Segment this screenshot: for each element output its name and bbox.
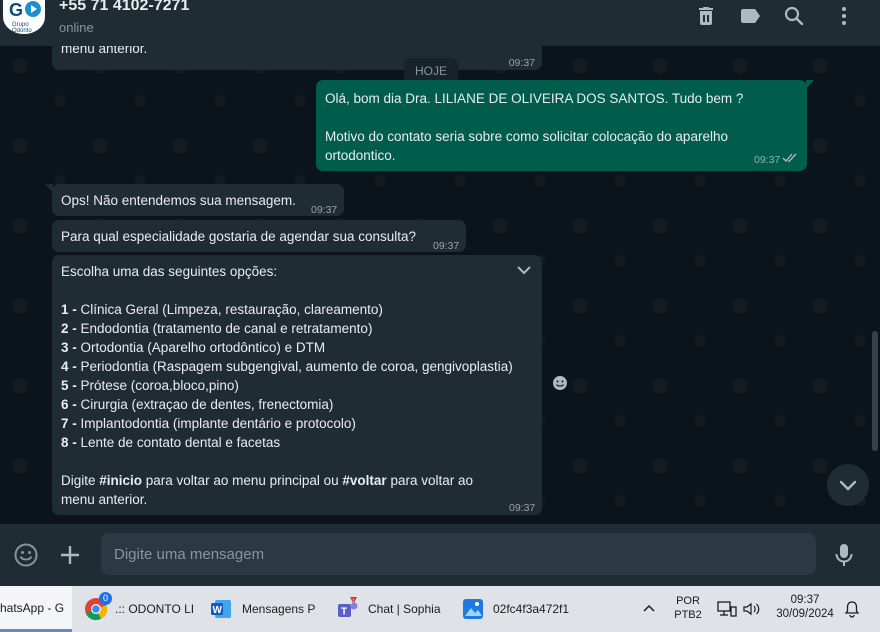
message-line-2: Motivo do contato seria sobre como solic…	[325, 129, 728, 144]
message-time: 09:37	[508, 57, 535, 69]
keyboard-layout: PTB2	[674, 609, 702, 621]
chat-scrollbar[interactable]	[872, 331, 878, 451]
menu-options: 1 - Clínica Geral (Limpeza, restauração,…	[61, 300, 513, 452]
microphone-icon[interactable]	[830, 541, 858, 569]
incoming-message[interactable]: Ops! Não entendemos sua mensagem. 09:37	[45, 184, 344, 216]
scroll-down-button[interactable]	[827, 464, 869, 506]
taskbar-app-word[interactable]: W Mensagens P	[209, 586, 319, 632]
svg-text:W: W	[213, 605, 223, 616]
menu-footer-line-1: Digite #inicio para voltar ao menu princ…	[61, 473, 473, 488]
smiley-icon	[553, 376, 567, 390]
taskbar-app-chrome[interactable]: 0 .:: ODONTO LI	[83, 586, 198, 632]
outgoing-message[interactable]: Olá, bom dia Dra. LILIANE DE OLIVEIRA DO…	[316, 80, 814, 171]
menu-option: 5 - Prótese (coroa,bloco,pino)	[61, 378, 239, 393]
photos-icon	[463, 599, 483, 619]
message-line-3: ortodontico.	[325, 148, 396, 163]
word-icon: W	[211, 600, 231, 618]
message-time: 09:37	[509, 502, 536, 514]
message-time: 09:37	[754, 154, 781, 166]
incoming-menu-message[interactable]: Escolha uma das seguintes opções: 1 - Cl…	[52, 255, 542, 515]
menu-option: 1 - Clínica Geral (Limpeza, restauração,…	[61, 302, 383, 317]
notification-badge: 0	[99, 592, 112, 605]
label-icon[interactable]	[738, 4, 762, 28]
delete-icon[interactable]	[694, 4, 718, 28]
menu-dots-icon[interactable]	[832, 4, 856, 28]
menu-option: 6 - Cirurgia (extraçao de dentes, frenec…	[61, 397, 334, 412]
message-time: 09:37	[433, 240, 460, 252]
menu-option: 2 - Endodontia (tratamento de canal e re…	[61, 321, 373, 336]
message-text: menu anterior.	[61, 46, 148, 56]
avatar-letter: G	[9, 0, 23, 20]
taskbar-app-label: 02fc4f3a472f1	[493, 602, 570, 616]
menu-option: 3 - Ortodontia (Aparelho ortodôntico) e …	[61, 340, 326, 355]
chevron-up-icon[interactable]	[642, 602, 656, 616]
taskbar-app-label: Mensagens P	[242, 602, 316, 616]
bubble-tail	[45, 184, 53, 193]
volume-icon[interactable]	[741, 599, 761, 619]
menu-option: 4 - Periodontia (Raspagem subgengival, a…	[61, 359, 513, 374]
language-code: POR	[676, 595, 700, 607]
svg-text:T: T	[341, 607, 347, 618]
incoming-message[interactable]: Para qual especialidade gostaria de agen…	[52, 220, 466, 252]
avatar-subtitle: Grupo Odonto	[12, 22, 32, 34]
taskbar-app-label: hatsApp - G	[0, 600, 65, 615]
message-input[interactable]	[101, 533, 816, 575]
chevron-down-icon	[839, 480, 857, 491]
message-list[interactable]: menu anterior. 09:37 HOJE Olá, bom dia D…	[0, 46, 880, 524]
notification-bell-icon[interactable]	[844, 600, 860, 618]
taskbar-app-whatsapp[interactable]: hatsApp - G	[0, 586, 72, 632]
search-icon[interactable]	[782, 4, 806, 28]
taskbar-app-photos[interactable]: 02fc4f3a472f1	[461, 586, 576, 632]
menu-intro: Escolha uma das seguintes opções:	[61, 264, 278, 279]
windows-taskbar: hatsApp - G 0 .:: ODONTO LI W Mensagens …	[0, 586, 880, 632]
incoming-message-partial[interactable]: menu anterior. 09:37	[52, 46, 542, 70]
contact-avatar[interactable]: G Grupo Odonto	[3, 0, 45, 34]
menu-option: 7 - Implantodontia (implante dentário e …	[61, 416, 356, 431]
double-check-icon	[782, 153, 797, 163]
message-text: Para qual especialidade gostaria de agen…	[61, 229, 417, 244]
message-line-1: Olá, bom dia Dra. LILIANE DE OLIVEIRA DO…	[325, 91, 744, 106]
network-icon[interactable]	[716, 599, 738, 619]
system-clock[interactable]: 09:37 30/09/2024	[772, 586, 838, 632]
reaction-emoji-button[interactable]	[549, 372, 571, 394]
composer	[0, 524, 880, 586]
message-time: 09:37	[311, 204, 338, 216]
taskbar-app-teams[interactable]: T ! Chat | Sophia	[334, 586, 446, 632]
menu-option: 8 - Lente de contato dental e facetas	[61, 435, 281, 450]
emoji-icon[interactable]	[12, 541, 40, 569]
contact-status: online	[59, 20, 94, 35]
chevron-down-icon[interactable]	[516, 264, 532, 276]
contact-name[interactable]: +55 71 4102-7271	[59, 0, 189, 15]
chat-header[interactable]: G Grupo Odonto +55 71 4102-7271 online	[0, 0, 880, 46]
message-text: Ops! Não entendemos sua mensagem.	[61, 193, 296, 208]
bubble-tail	[806, 80, 814, 89]
clock-date: 30/09/2024	[776, 608, 834, 620]
language-indicator[interactable]: POR PTB2	[668, 586, 708, 632]
clock-time: 09:37	[790, 594, 820, 606]
avatar-play-icon	[25, 1, 41, 17]
taskbar-app-label: Chat | Sophia	[368, 602, 441, 616]
menu-footer-line-2: menu anterior.	[61, 492, 148, 507]
taskbar-app-label: .:: ODONTO LI	[115, 602, 195, 616]
teams-icon: T !	[338, 597, 358, 618]
attach-plus-icon[interactable]	[56, 541, 84, 569]
